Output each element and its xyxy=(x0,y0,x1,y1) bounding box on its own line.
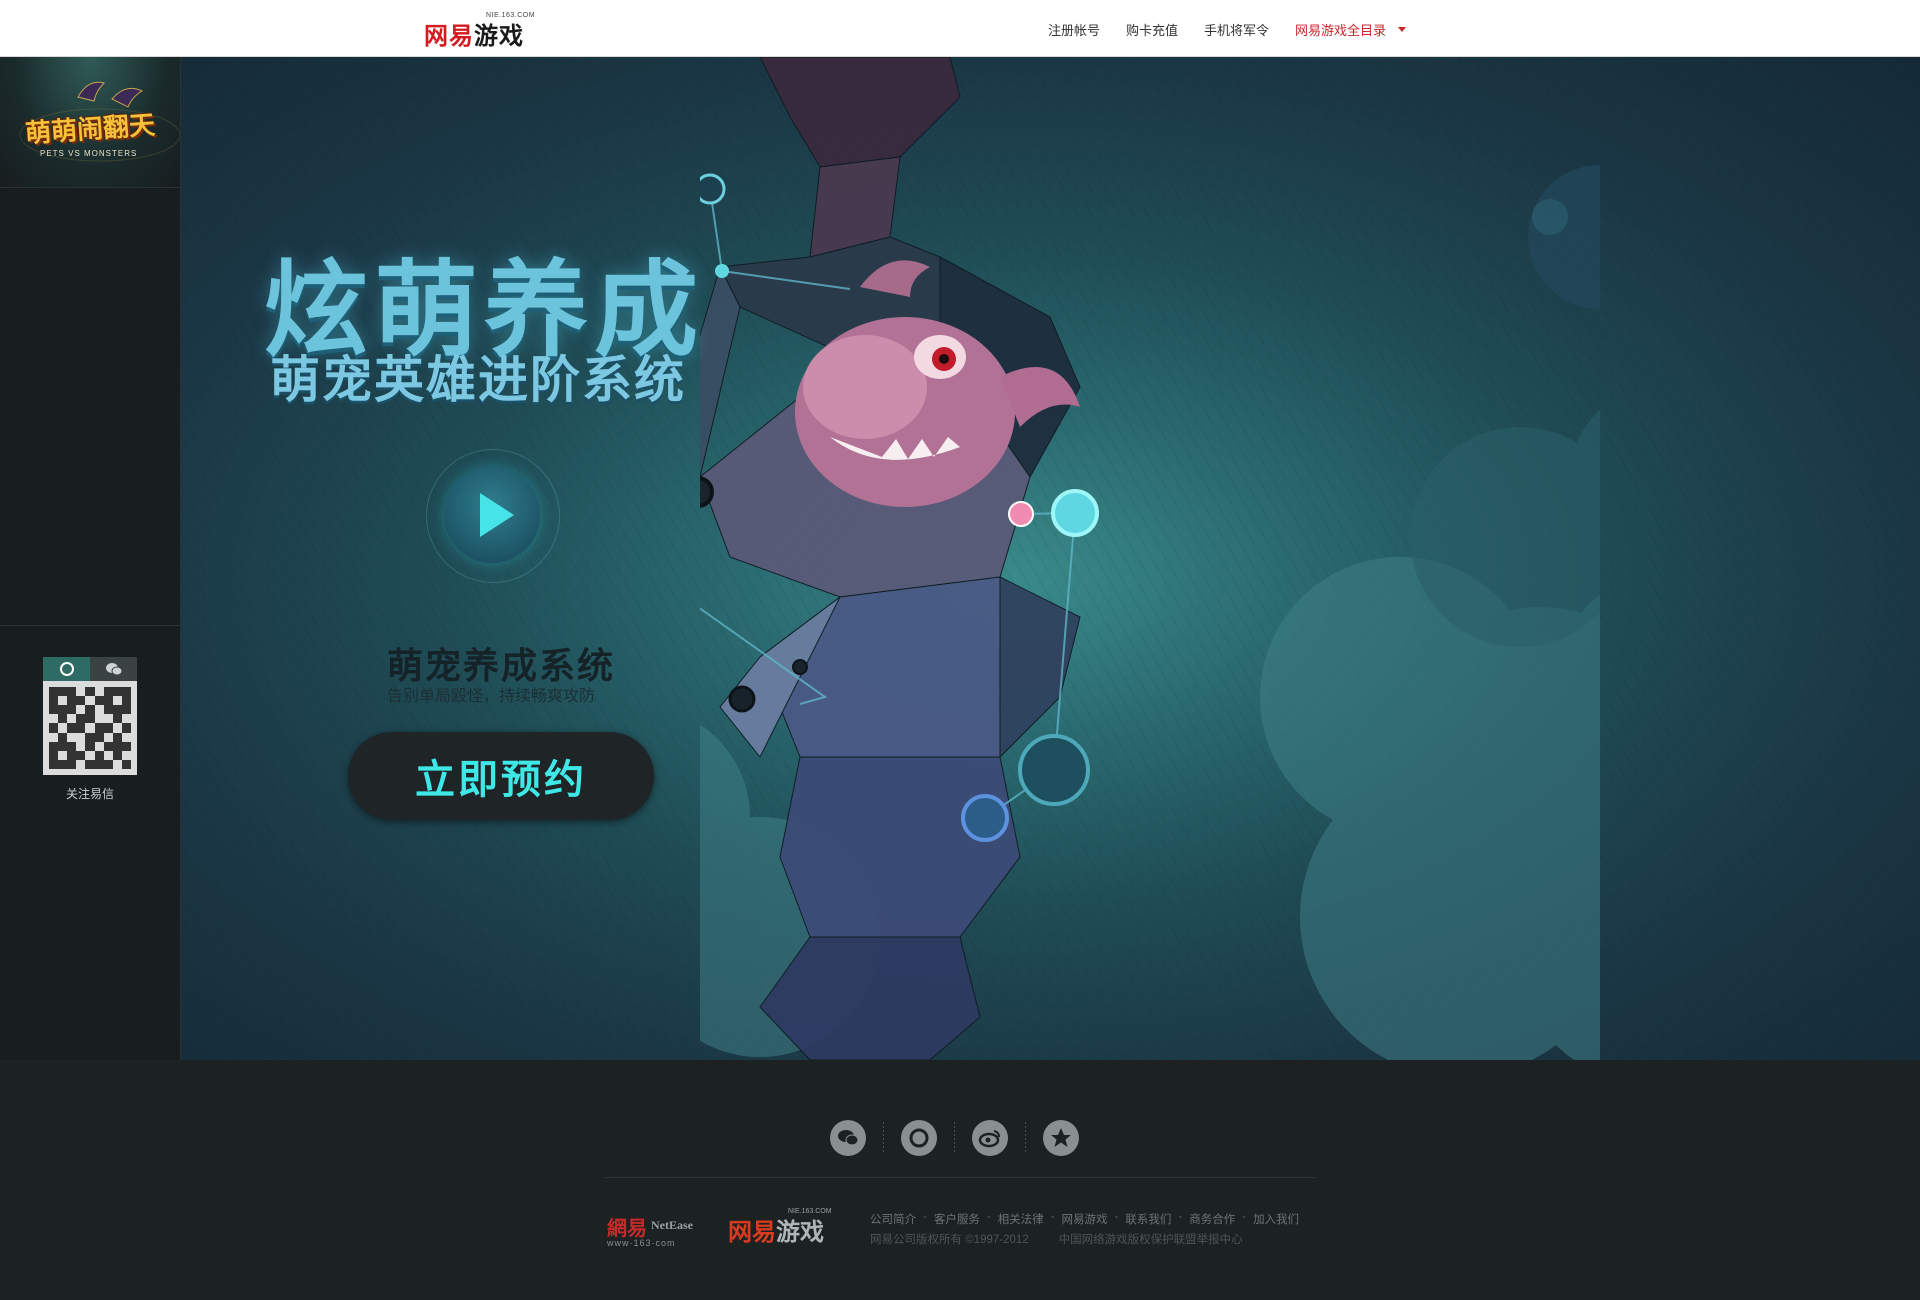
qr-code xyxy=(43,681,137,775)
qq-icon xyxy=(909,1128,929,1148)
hero-illustration xyxy=(700,57,1600,1060)
netease-logo-url: www·163·com xyxy=(607,1238,676,1248)
copyright-text: 网易公司版权所有 ©1997-2012 xyxy=(870,1234,1029,1246)
qq-tab[interactable] xyxy=(43,657,90,681)
game-logo-subtitle: PETS VS MONSTERS xyxy=(40,149,138,158)
social-separator xyxy=(1025,1122,1026,1154)
nav-register[interactable]: 注册帐号 xyxy=(1048,20,1100,39)
netease-logo-cn: 網易 xyxy=(607,1218,647,1240)
qr-caption: 关注易信 xyxy=(65,787,114,801)
wechat-icon xyxy=(838,1130,859,1146)
qq-icon xyxy=(59,662,74,676)
feature-description: 告别单局殴怪，持续畅爽攻防 xyxy=(387,688,596,705)
footer-link-games[interactable]: 网易游戏 xyxy=(1062,1211,1108,1227)
social-yixin[interactable] xyxy=(1043,1120,1079,1156)
social-wechat[interactable] xyxy=(830,1120,866,1156)
netease-logo[interactable]: 網易 NetEase www·163·com xyxy=(607,1212,693,1248)
footer-links: 公司简介 - 客户服务 - 相关法律 - 网易游戏 - 联系我们 - 商务合作 - 加入我们 xyxy=(870,1211,1300,1227)
nav-recharge[interactable]: 购卡充值 xyxy=(1126,20,1178,39)
logo-domain: NIE.163.COM xyxy=(486,12,536,19)
yixin-icon xyxy=(1051,1128,1071,1147)
logo-netease-text: 网易 xyxy=(424,23,474,50)
footer-copyright-row: 网易公司版权所有 ©1997-2012 中国网络游戏版权保护联盟举报中心 xyxy=(870,1231,1243,1247)
weibo-icon xyxy=(978,1130,1000,1148)
footer-link-legal[interactable]: 相关法律 xyxy=(998,1211,1044,1227)
netease-logo-en: NetEase xyxy=(651,1218,693,1232)
social-separator xyxy=(883,1122,884,1154)
play-video-button[interactable] xyxy=(444,467,540,563)
game-logo[interactable]: 萌萌闹翻天 PETS VS MONSTERS xyxy=(0,57,180,188)
footer-link-service[interactable]: 客户服务 xyxy=(934,1211,980,1227)
play-icon xyxy=(480,493,514,537)
netease-game-footer-logo[interactable]: 网易游戏 NIE.163.COM xyxy=(728,1208,832,1247)
hero-subtitle: 萌宠英雄进阶系统 xyxy=(270,352,686,408)
logo-game-text: 游戏 xyxy=(474,23,524,50)
footer-link-business[interactable]: 商务合作 xyxy=(1189,1211,1235,1227)
social-separator xyxy=(954,1122,955,1154)
hero-banner: 炫萌养成 萌宠英雄进阶系统 萌宠养成系统 告别单局殴怪，持续畅爽攻防 立即预约 xyxy=(180,57,1920,1060)
report-center-link[interactable]: 中国网络游戏版权保护联盟举报中心 xyxy=(1059,1231,1243,1247)
wechat-icon xyxy=(105,663,122,676)
footer-logo-domain: NIE.163.COM xyxy=(788,1208,832,1215)
footer-logo-game: 游戏 xyxy=(776,1219,824,1246)
qr-tabs xyxy=(43,657,137,681)
social-links xyxy=(830,1120,1079,1156)
reserve-now-button[interactable]: 立即预约 xyxy=(348,732,654,820)
social-qq[interactable] xyxy=(901,1120,937,1156)
sidebar-divider xyxy=(0,625,180,626)
footer-link-contact[interactable]: 联系我们 xyxy=(1125,1211,1171,1227)
footer-logo-netease: 网易 xyxy=(728,1219,776,1246)
footer-divider xyxy=(604,1177,1316,1178)
top-bar: 网易游戏 NIE.163.COM 注册帐号 购卡充值 手机将军令 网易游戏全目录 xyxy=(0,0,1920,57)
left-sidebar: 萌萌闹翻天 PETS VS MONSTERS 关注易信 xyxy=(0,57,181,1060)
wechat-tab[interactable] xyxy=(90,657,137,681)
nav-mobile-token[interactable]: 手机将军令 xyxy=(1204,20,1269,39)
nav-game-catalog[interactable]: 网易游戏全目录 xyxy=(1295,20,1386,39)
social-weibo[interactable] xyxy=(972,1120,1008,1156)
netease-game-logo[interactable]: 网易游戏 NIE.163.COM xyxy=(424,12,535,51)
top-nav: 注册帐号 购卡充值 手机将军令 网易游戏全目录 xyxy=(1048,20,1407,39)
footer-link-join[interactable]: 加入我们 xyxy=(1253,1211,1299,1227)
footer-link-about[interactable]: 公司简介 xyxy=(870,1211,916,1227)
caret-down-icon[interactable] xyxy=(1398,27,1407,32)
footer: 網易 NetEase www·163·com 网易游戏 NIE.163.COM … xyxy=(0,1060,1920,1300)
